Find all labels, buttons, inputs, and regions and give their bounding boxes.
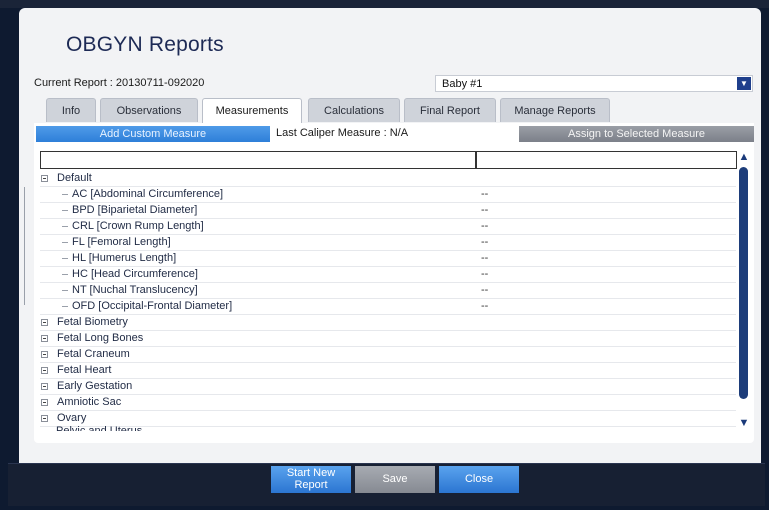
assign-to-selected-measure-button[interactable]: Assign to Selected Measure — [519, 126, 754, 142]
tree-connector — [62, 210, 68, 211]
column-header-value[interactable] — [476, 151, 737, 169]
start-new-label-line2: Report — [294, 479, 328, 491]
tree-item-value: -- — [481, 284, 489, 296]
add-custom-measure-button[interactable]: Add Custom Measure — [36, 126, 270, 142]
tree-item-label: AC [Abdominal Circumference] — [72, 188, 224, 200]
tree-item-label: FL [Femoral Length] — [72, 236, 171, 248]
expand-icon[interactable] — [41, 367, 48, 374]
tree-item-value: -- — [481, 252, 489, 264]
tree-item-value: -- — [481, 220, 489, 232]
page-title: OBGYN Reports — [66, 33, 224, 56]
tree-item-label: OFD [Occipital-Frontal Diameter] — [72, 300, 233, 312]
tab-calculations[interactable]: Calculations — [308, 98, 400, 122]
tree-connector — [62, 306, 68, 307]
tab-final-report[interactable]: Final Report — [404, 98, 496, 122]
window-frame — [0, 0, 769, 8]
tree-group-label: Fetal Biometry — [57, 316, 128, 328]
start-new-label-line1: Start New — [286, 467, 336, 479]
tree-connector — [62, 226, 68, 227]
tree-item-value: -- — [481, 204, 489, 216]
tree-item-value: -- — [481, 188, 489, 200]
tree-group-fetal-long-bones[interactable]: Fetal Long Bones — [40, 331, 736, 347]
tree-item-value: -- — [481, 236, 489, 248]
tree-connector — [62, 242, 68, 243]
scrollbar-thumb[interactable] — [739, 167, 748, 399]
expand-icon[interactable] — [41, 399, 48, 406]
save-button[interactable]: Save — [355, 466, 435, 493]
tree-group-ovary[interactable]: Ovary — [40, 411, 736, 427]
tree-group-early-gestation[interactable]: Early Gestation — [40, 379, 736, 395]
column-header-measure[interactable] — [40, 151, 476, 169]
tree-group-fetal-craneum[interactable]: Fetal Craneum — [40, 347, 736, 363]
tree-connector-line — [24, 187, 25, 305]
expand-icon[interactable] — [41, 351, 48, 358]
tree-item-value: -- — [481, 268, 489, 280]
tree-item-label: BPD [Biparietal Diameter] — [72, 204, 198, 216]
tree-group-amniotic-sac[interactable]: Amniotic Sac — [40, 395, 736, 411]
tree-item[interactable]: FL [Femoral Length] -- — [40, 235, 736, 251]
current-report-label: Current Report : 20130711-092020 — [34, 77, 205, 89]
tree-item[interactable]: HL [Humerus Length] -- — [40, 251, 736, 267]
tab-info[interactable]: Info — [46, 98, 96, 122]
tree-item-label: CRL [Crown Rump Length] — [72, 220, 204, 232]
tree-item[interactable]: NT [Nuchal Translucency] -- — [40, 283, 736, 299]
tree-item[interactable]: BPD [Biparietal Diameter] -- — [40, 203, 736, 219]
tree-connector — [62, 258, 68, 259]
tree-group-fetal-heart[interactable]: Fetal Heart — [40, 363, 736, 379]
tree-group-label: Fetal Heart — [57, 364, 112, 376]
tree-group-label: Ovary — [57, 412, 87, 424]
tree-item[interactable]: HC [Head Circumference] -- — [40, 267, 736, 283]
collapse-icon[interactable] — [41, 175, 48, 182]
tree-group-label: Default — [57, 172, 92, 184]
tab-manage-reports[interactable]: Manage Reports — [500, 98, 610, 122]
tree-item[interactable]: AC [Abdominal Circumference] -- — [40, 187, 736, 203]
scroll-up-arrow-icon[interactable]: ▲ — [737, 151, 751, 163]
expand-icon[interactable] — [41, 335, 48, 342]
close-button[interactable]: Close — [439, 466, 519, 493]
expand-icon[interactable] — [41, 319, 48, 326]
tree-item[interactable]: OFD [Occipital-Frontal Diameter] -- — [40, 299, 736, 315]
tab-observations[interactable]: Observations — [100, 98, 198, 122]
tree-group-label: Amniotic Sac — [57, 396, 122, 408]
tree-group-fetal-biometry[interactable]: Fetal Biometry — [40, 315, 736, 331]
tree-group-label: Fetal Craneum — [57, 348, 130, 360]
tree-item[interactable]: CRL [Crown Rump Length] -- — [40, 219, 736, 235]
tree-item-value: -- — [481, 300, 489, 312]
measurement-tree: Default AC [Abdominal Circumference] -- … — [40, 171, 736, 431]
last-caliper-measure: Last Caliper Measure : N/A — [276, 127, 409, 139]
tab-measurements[interactable]: Measurements — [202, 98, 302, 124]
tree-group-label: Early Gestation — [57, 380, 133, 392]
tree-group-partial[interactable]: Pelvic and Uterus — [56, 426, 142, 431]
baby-select-value: Baby #1 — [442, 78, 483, 90]
baby-select[interactable]: Baby #1 ▼ — [435, 75, 753, 92]
tree-item-label: NT [Nuchal Translucency] — [72, 284, 198, 296]
expand-icon[interactable] — [41, 383, 48, 390]
tree-connector — [62, 290, 68, 291]
tree-group-default[interactable]: Default — [40, 171, 736, 187]
tree-item-label: HC [Head Circumference] — [72, 268, 198, 280]
tree-group-label: Fetal Long Bones — [57, 332, 144, 344]
tree-connector — [62, 274, 68, 275]
expand-icon[interactable] — [41, 415, 48, 422]
start-new-report-button[interactable]: Start New Report — [271, 466, 351, 493]
scroll-down-arrow-icon[interactable]: ▼ — [737, 417, 751, 429]
chevron-down-icon[interactable]: ▼ — [737, 77, 751, 90]
tree-item-label: HL [Humerus Length] — [72, 252, 177, 264]
tree-connector — [62, 194, 68, 195]
